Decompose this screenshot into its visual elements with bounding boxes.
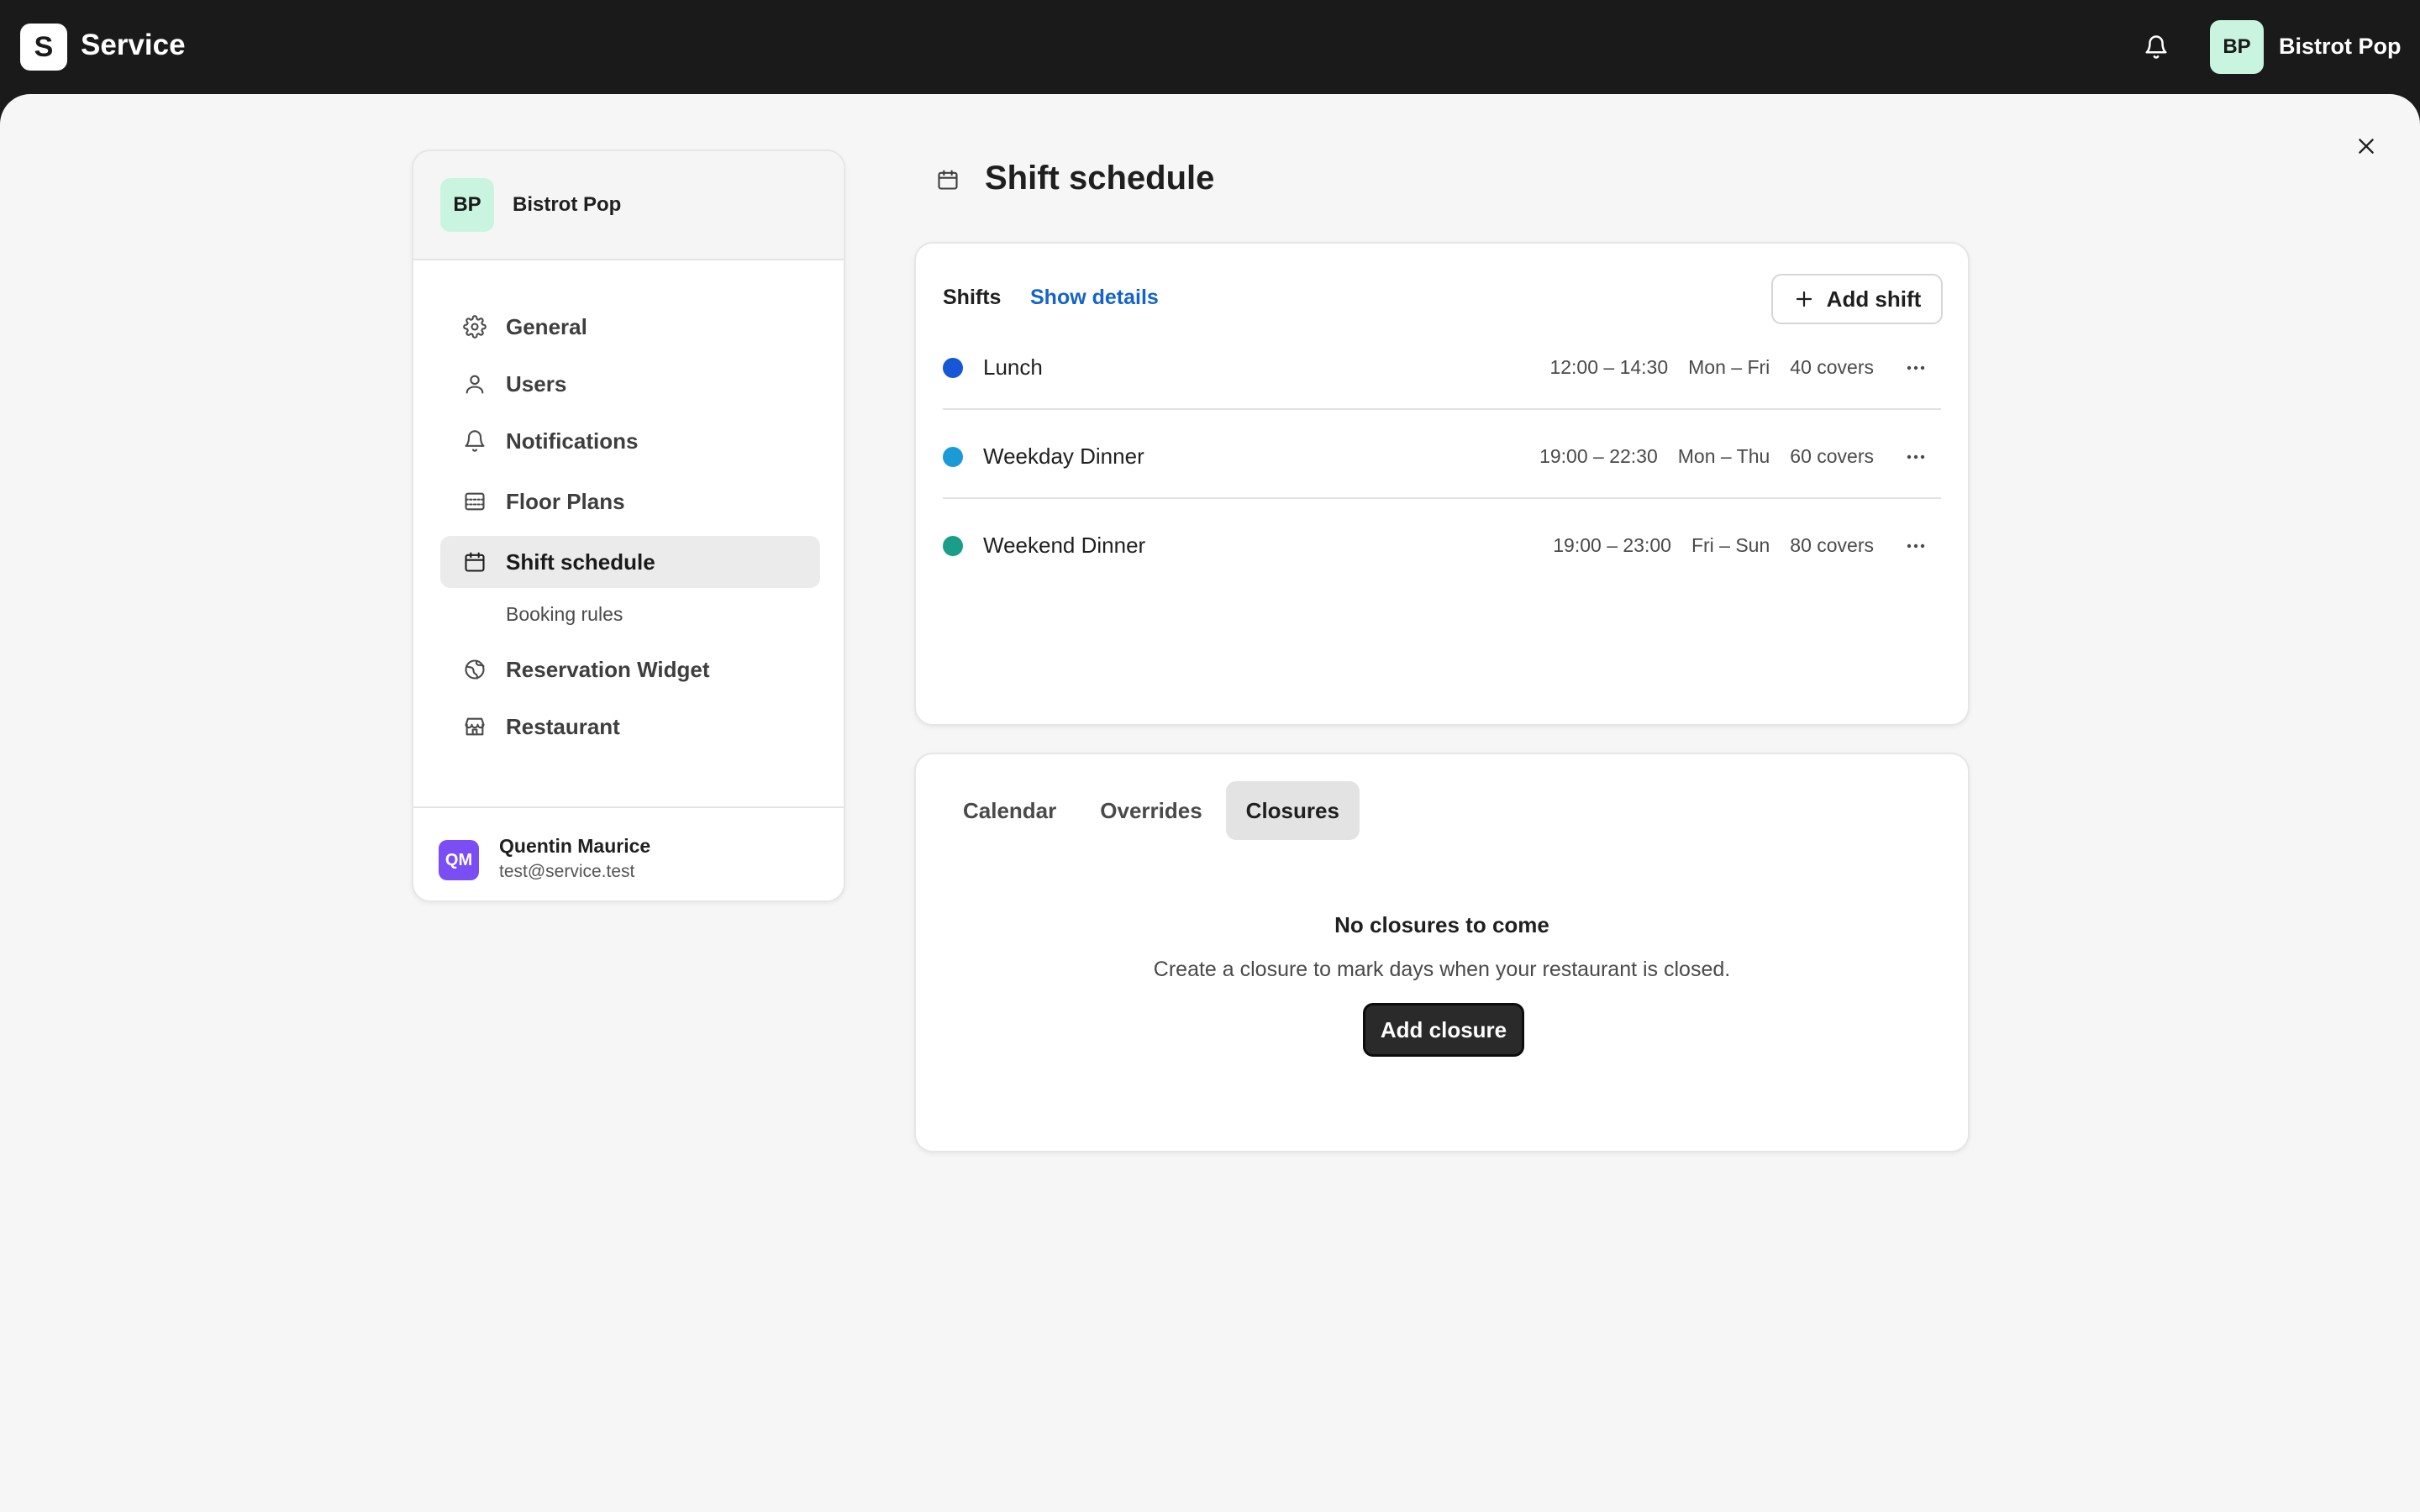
globe-icon (462, 657, 487, 682)
shift-color-dot (943, 536, 963, 556)
shift-meta: 19:00 – 23:00 Fri – Sun 80 covers (1533, 534, 1874, 557)
avatar[interactable]: QM (439, 840, 479, 880)
calendar-icon (462, 549, 487, 575)
shift-row-lunch[interactable]: Lunch 12:00 – 14:30 Mon – Fri 40 covers (943, 321, 1941, 410)
floor-plan-icon (462, 489, 487, 514)
shift-time: 19:00 – 22:30 (1539, 445, 1658, 467)
shift-name: Lunch (983, 354, 1043, 380)
add-shift-label: Add shift (1826, 286, 1922, 312)
sidebar-item-label: Notifications (506, 428, 639, 454)
shift-covers: 80 covers (1790, 534, 1874, 556)
account-name[interactable]: Bistrot Pop (2279, 34, 2402, 60)
add-shift-button[interactable]: Add shift (1771, 274, 1943, 324)
shifts-heading: Shifts (943, 286, 1002, 309)
top-bar: S Service BP Bistrot Pop (0, 0, 2420, 94)
tab-calendar[interactable]: Calendar (943, 781, 1076, 840)
close-icon[interactable] (2349, 129, 2383, 163)
user-email: test@service.test (499, 862, 635, 881)
settings-sheet: BP Bistrot Pop General Users Notificatio… (0, 94, 2420, 1512)
shift-days: Mon – Thu (1677, 445, 1770, 467)
sidebar-footer: QM Quentin Maurice test@service.test (413, 806, 844, 902)
shift-color-dot (943, 358, 963, 378)
show-details-link[interactable]: Show details (1030, 286, 1159, 310)
store-icon (462, 714, 487, 739)
settings-sidebar: BP Bistrot Pop General Users Notificatio… (412, 150, 845, 902)
sidebar-header: BP Bistrot Pop (413, 151, 844, 260)
empty-state-description: Create a closure to mark days when your … (1153, 958, 1731, 981)
shift-name: Weekend Dinner (983, 533, 1146, 558)
shift-time: 12:00 – 14:30 (1549, 356, 1669, 378)
more-options-icon[interactable] (1899, 531, 1933, 561)
shift-time: 19:00 – 23:00 (1553, 534, 1671, 556)
add-closure-button[interactable]: Add closure (1363, 1003, 1524, 1057)
sidebar-item-notifications[interactable]: Notifications (440, 415, 820, 467)
sidebar-item-general[interactable]: General (440, 301, 820, 353)
shift-meta: 19:00 – 22:30 Mon – Thu 60 covers (1519, 445, 1874, 468)
more-options-icon[interactable] (1899, 442, 1933, 472)
sidebar-item-label: Shift schedule (506, 549, 655, 575)
bell-icon (462, 428, 487, 454)
avatar[interactable]: BP (2210, 20, 2264, 74)
sidebar-item-label: General (506, 313, 587, 339)
plus-icon (1793, 288, 1815, 310)
page-title: Shift schedule (985, 160, 1215, 197)
schedule-tabs: Calendar Overrides Closures (943, 781, 1363, 840)
restaurant-avatar: BP (440, 178, 494, 232)
user-icon (462, 371, 487, 396)
shift-days: Fri – Sun (1691, 534, 1770, 556)
closures-card: Calendar Overrides Closures No closures … (914, 753, 1970, 1152)
shift-meta: 12:00 – 14:30 Mon – Fri 40 covers (1529, 356, 1874, 379)
shift-covers: 60 covers (1790, 445, 1874, 467)
sidebar-item-label: Users (506, 370, 567, 396)
sidebar-item-label: Floor Plans (506, 488, 625, 514)
shift-days: Mon – Fri (1688, 356, 1770, 378)
sidebar-item-users[interactable]: Users (440, 358, 820, 410)
notifications-bell-icon[interactable] (2139, 30, 2173, 64)
sidebar-item-floor-plans[interactable]: Floor Plans (440, 475, 820, 528)
app-name: Service (81, 29, 186, 61)
sidebar-item-restaurant[interactable]: Restaurant (440, 701, 820, 753)
shift-name: Weekday Dinner (983, 444, 1144, 469)
shift-row-weekday-dinner[interactable]: Weekday Dinner 19:00 – 22:30 Mon – Thu 6… (943, 410, 1941, 499)
app-logo[interactable]: S (20, 24, 67, 71)
calendar-icon (934, 166, 961, 193)
sidebar-item-shift-schedule[interactable]: Shift schedule (440, 536, 820, 588)
more-options-icon[interactable] (1899, 353, 1933, 383)
tab-closures[interactable]: Closures (1225, 781, 1360, 840)
restaurant-name: Bistrot Pop (513, 193, 622, 216)
tab-overrides[interactable]: Overrides (1080, 781, 1222, 840)
sidebar-item-label: Restaurant (506, 713, 620, 739)
sidebar-item-reservation-widget[interactable]: Reservation Widget (440, 643, 820, 696)
user-name: Quentin Maurice (499, 835, 651, 857)
empty-state-title: No closures to come (1334, 912, 1549, 937)
shifts-card: Shifts Show details Add shift Lunch 12:0… (914, 242, 1970, 726)
shift-covers: 40 covers (1790, 356, 1874, 378)
sidebar-subitem-booking-rules[interactable]: Booking rules (506, 603, 623, 626)
sidebar-item-label: Reservation Widget (506, 656, 710, 682)
shift-color-dot (943, 447, 963, 467)
gear-icon (462, 314, 487, 339)
shift-row-weekend-dinner[interactable]: Weekend Dinner 19:00 – 23:00 Fri – Sun 8… (943, 499, 1941, 588)
